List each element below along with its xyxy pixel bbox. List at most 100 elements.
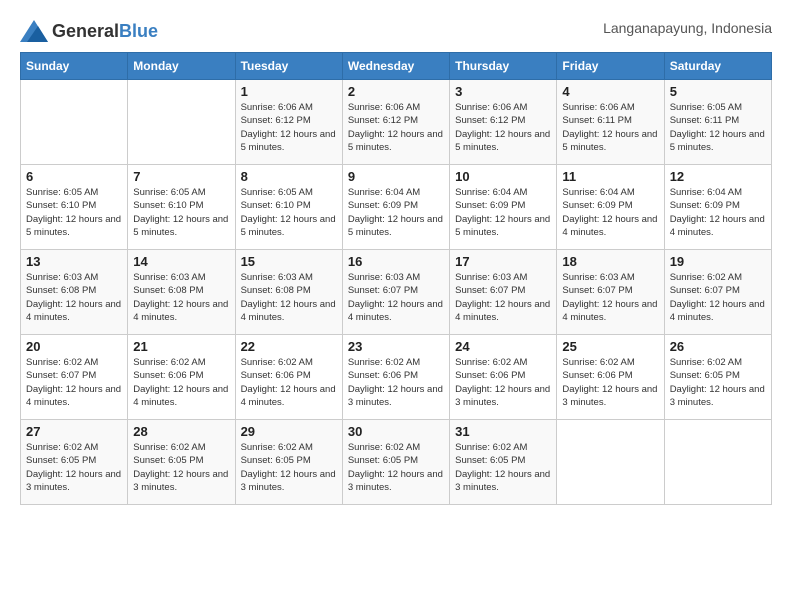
day-info: Sunrise: 6:05 AM Sunset: 6:10 PM Dayligh… xyxy=(241,186,337,239)
day-info: Sunrise: 6:02 AM Sunset: 6:06 PM Dayligh… xyxy=(241,356,337,409)
col-monday: Monday xyxy=(128,53,235,80)
calendar-header-row: Sunday Monday Tuesday Wednesday Thursday… xyxy=(21,53,772,80)
calendar-cell: 27 Sunrise: 6:02 AM Sunset: 6:05 PM Dayli… xyxy=(21,420,128,505)
day-number: 9 xyxy=(348,169,444,184)
calendar-cell: 26Sunrise: 6:02 AM Sunset: 6:05 PM Dayli… xyxy=(664,335,771,420)
logo-general-text: General xyxy=(52,21,119,41)
day-info: Sunrise: 6:05 AM Sunset: 6:10 PM Dayligh… xyxy=(26,186,122,239)
day-number: 21 xyxy=(133,339,229,354)
calendar-cell: 14Sunrise: 6:03 AM Sunset: 6:08 PM Dayli… xyxy=(128,250,235,335)
day-info: Sunrise: 6:04 AM Sunset: 6:09 PM Dayligh… xyxy=(670,186,766,239)
day-number: 15 xyxy=(241,254,337,269)
calendar-cell xyxy=(557,420,664,505)
calendar-cell: 17Sunrise: 6:03 AM Sunset: 6:07 PM Dayli… xyxy=(450,250,557,335)
day-number: 6 xyxy=(26,169,122,184)
day-number: 8 xyxy=(241,169,337,184)
day-number: 26 xyxy=(670,339,766,354)
calendar-cell: 25Sunrise: 6:02 AM Sunset: 6:06 PM Dayli… xyxy=(557,335,664,420)
calendar-cell: 7 Sunrise: 6:05 AM Sunset: 6:10 PM Daylig… xyxy=(128,165,235,250)
day-info: Sunrise: 6:03 AM Sunset: 6:07 PM Dayligh… xyxy=(348,271,444,324)
day-number: 2 xyxy=(348,84,444,99)
calendar-cell: 13 Sunrise: 6:03 AM Sunset: 6:08 PM Dayli… xyxy=(21,250,128,335)
calendar-cell: 15 Sunrise: 6:03 AM Sunset: 6:08 PM Dayli… xyxy=(235,250,342,335)
calendar-cell: 19 Sunrise: 6:02 AM Sunset: 6:07 PM Dayli… xyxy=(664,250,771,335)
calendar-cell: 10Sunrise: 6:04 AM Sunset: 6:09 PM Dayli… xyxy=(450,165,557,250)
calendar-cell: 2 Sunrise: 6:06 AM Sunset: 6:12 PM Daylig… xyxy=(342,80,449,165)
day-number: 25 xyxy=(562,339,658,354)
calendar-cell: 1 Sunrise: 6:06 AM Sunset: 6:12 PM Daylig… xyxy=(235,80,342,165)
col-tuesday: Tuesday xyxy=(235,53,342,80)
title-block: Langanapayung, Indonesia xyxy=(603,20,772,36)
day-info: Sunrise: 6:02 AM Sunset: 6:06 PM Dayligh… xyxy=(455,356,551,409)
col-saturday: Saturday xyxy=(664,53,771,80)
day-number: 19 xyxy=(670,254,766,269)
day-number: 23 xyxy=(348,339,444,354)
day-number: 10 xyxy=(455,169,551,184)
col-wednesday: Wednesday xyxy=(342,53,449,80)
day-number: 7 xyxy=(133,169,229,184)
calendar-cell xyxy=(128,80,235,165)
day-number: 4 xyxy=(562,84,658,99)
location: Langanapayung, Indonesia xyxy=(603,20,772,36)
calendar-cell: 18Sunrise: 6:03 AM Sunset: 6:07 PM Dayli… xyxy=(557,250,664,335)
day-info: Sunrise: 6:02 AM Sunset: 6:06 PM Dayligh… xyxy=(133,356,229,409)
calendar-cell: 31 Sunrise: 6:02 AM Sunset: 6:05 PM Dayli… xyxy=(450,420,557,505)
calendar-cell: 28 Sunrise: 6:02 AM Sunset: 6:05 PM Dayli… xyxy=(128,420,235,505)
day-info: Sunrise: 6:06 AM Sunset: 6:12 PM Dayligh… xyxy=(348,101,444,154)
calendar-cell xyxy=(21,80,128,165)
calendar-cell: 24 Sunrise: 6:02 AM Sunset: 6:06 PM Dayli… xyxy=(450,335,557,420)
calendar-cell: 16 Sunrise: 6:03 AM Sunset: 6:07 PM Dayli… xyxy=(342,250,449,335)
day-number: 28 xyxy=(133,424,229,439)
calendar-cell: 8 Sunrise: 6:05 AM Sunset: 6:10 PM Daylig… xyxy=(235,165,342,250)
day-number: 31 xyxy=(455,424,551,439)
day-number: 3 xyxy=(455,84,551,99)
day-number: 24 xyxy=(455,339,551,354)
day-info: Sunrise: 6:06 AM Sunset: 6:12 PM Dayligh… xyxy=(241,101,337,154)
day-number: 1 xyxy=(241,84,337,99)
calendar-cell: 11 Sunrise: 6:04 AM Sunset: 6:09 PM Dayli… xyxy=(557,165,664,250)
logo: GeneralBlue xyxy=(20,20,158,42)
day-info: Sunrise: 6:02 AM Sunset: 6:05 PM Dayligh… xyxy=(241,441,337,494)
day-info: Sunrise: 6:02 AM Sunset: 6:06 PM Dayligh… xyxy=(348,356,444,409)
day-number: 20 xyxy=(26,339,122,354)
day-number: 16 xyxy=(348,254,444,269)
day-info: Sunrise: 6:04 AM Sunset: 6:09 PM Dayligh… xyxy=(348,186,444,239)
calendar-cell: 4 Sunrise: 6:06 AM Sunset: 6:11 PM Daylig… xyxy=(557,80,664,165)
calendar-table: Sunday Monday Tuesday Wednesday Thursday… xyxy=(20,52,772,505)
calendar-cell: 9 Sunrise: 6:04 AM Sunset: 6:09 PM Daylig… xyxy=(342,165,449,250)
day-number: 29 xyxy=(241,424,337,439)
day-info: Sunrise: 6:03 AM Sunset: 6:08 PM Dayligh… xyxy=(241,271,337,324)
col-sunday: Sunday xyxy=(21,53,128,80)
calendar-cell: 6 Sunrise: 6:05 AM Sunset: 6:10 PM Daylig… xyxy=(21,165,128,250)
day-info: Sunrise: 6:04 AM Sunset: 6:09 PM Dayligh… xyxy=(562,186,658,239)
calendar-cell: 30Sunrise: 6:02 AM Sunset: 6:05 PM Dayli… xyxy=(342,420,449,505)
day-number: 27 xyxy=(26,424,122,439)
logo-blue-text: Blue xyxy=(119,21,158,41)
day-info: Sunrise: 6:06 AM Sunset: 6:11 PM Dayligh… xyxy=(562,101,658,154)
day-info: Sunrise: 6:02 AM Sunset: 6:05 PM Dayligh… xyxy=(133,441,229,494)
calendar-cell xyxy=(664,420,771,505)
day-info: Sunrise: 6:06 AM Sunset: 6:12 PM Dayligh… xyxy=(455,101,551,154)
calendar-cell: 3 Sunrise: 6:06 AM Sunset: 6:12 PM Daylig… xyxy=(450,80,557,165)
day-info: Sunrise: 6:05 AM Sunset: 6:11 PM Dayligh… xyxy=(670,101,766,154)
day-number: 18 xyxy=(562,254,658,269)
col-thursday: Thursday xyxy=(450,53,557,80)
page-header: GeneralBlue Langanapayung, Indonesia xyxy=(20,20,772,42)
day-info: Sunrise: 6:03 AM Sunset: 6:08 PM Dayligh… xyxy=(133,271,229,324)
calendar-cell: 12Sunrise: 6:04 AM Sunset: 6:09 PM Dayli… xyxy=(664,165,771,250)
day-number: 22 xyxy=(241,339,337,354)
day-number: 5 xyxy=(670,84,766,99)
day-info: Sunrise: 6:03 AM Sunset: 6:07 PM Dayligh… xyxy=(455,271,551,324)
day-info: Sunrise: 6:02 AM Sunset: 6:07 PM Dayligh… xyxy=(26,356,122,409)
day-info: Sunrise: 6:03 AM Sunset: 6:08 PM Dayligh… xyxy=(26,271,122,324)
calendar-cell: 22 Sunrise: 6:02 AM Sunset: 6:06 PM Dayli… xyxy=(235,335,342,420)
calendar-cell: 21 Sunrise: 6:02 AM Sunset: 6:06 PM Dayli… xyxy=(128,335,235,420)
day-info: Sunrise: 6:05 AM Sunset: 6:10 PM Dayligh… xyxy=(133,186,229,239)
calendar-cell: 5 Sunrise: 6:05 AM Sunset: 6:11 PM Daylig… xyxy=(664,80,771,165)
logo-icon xyxy=(20,20,48,42)
day-number: 11 xyxy=(562,169,658,184)
day-info: Sunrise: 6:02 AM Sunset: 6:07 PM Dayligh… xyxy=(670,271,766,324)
day-number: 13 xyxy=(26,254,122,269)
day-info: Sunrise: 6:02 AM Sunset: 6:05 PM Dayligh… xyxy=(26,441,122,494)
day-info: Sunrise: 6:02 AM Sunset: 6:05 PM Dayligh… xyxy=(455,441,551,494)
